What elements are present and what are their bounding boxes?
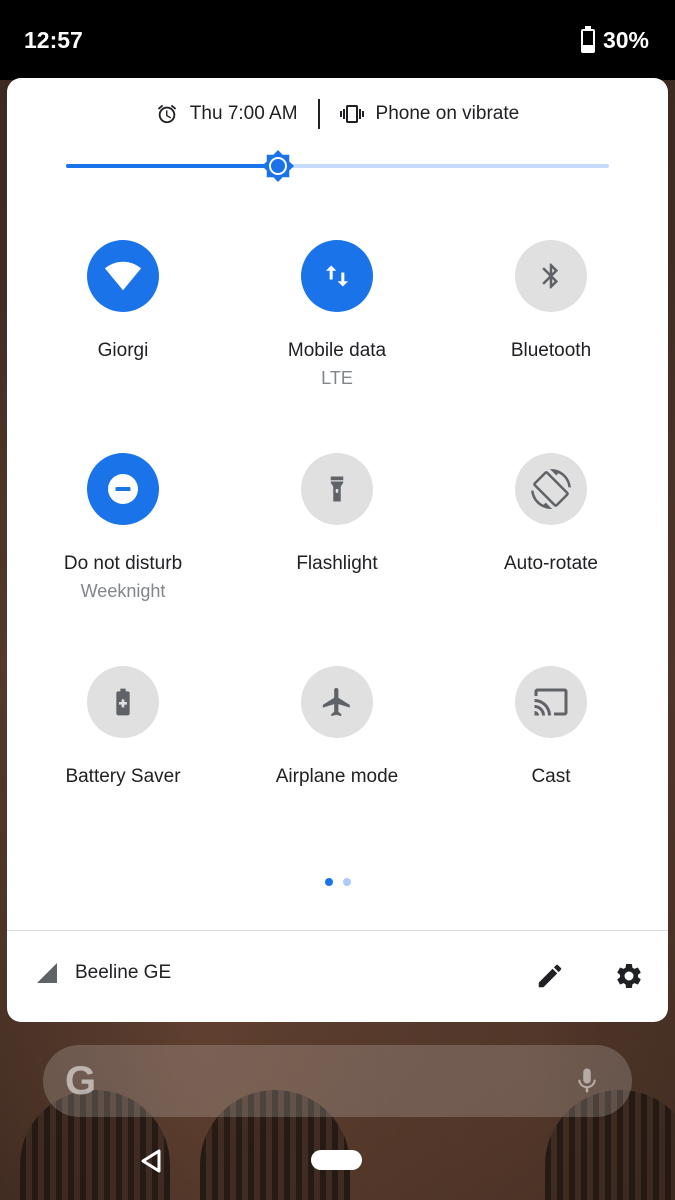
- quick-settings-panel: Thu 7:00 AM Phone on vibrate Giorgi Mobi…: [7, 78, 668, 1022]
- status-bar: 12:57 30%: [0, 0, 675, 80]
- page-indicator: [7, 878, 668, 886]
- page-dot[interactable]: [342, 878, 351, 886]
- battery-percent: 30%: [602, 27, 649, 53]
- status-right: 30%: [580, 25, 649, 54]
- battery-saver-icon: [116, 688, 130, 716]
- tile-grid: Giorgi Mobile data LTE Bluetooth Do not …: [16, 240, 658, 879]
- google-logo-icon: G: [65, 1059, 97, 1103]
- mobile-data-icon: [325, 265, 349, 287]
- tile-label: Battery Saver: [65, 766, 181, 787]
- tile-do-not-disturb-circle[interactable]: [87, 453, 159, 525]
- google-search-bar[interactable]: G: [43, 1045, 632, 1117]
- tile-cast-circle[interactable]: [515, 666, 587, 738]
- bluetooth-icon: [542, 263, 559, 289]
- ringer-text: Phone on vibrate: [375, 103, 520, 124]
- tile-bluetooth-circle[interactable]: [515, 240, 587, 312]
- tile-label: Auto-rotate: [504, 553, 598, 574]
- tile-mobile-data[interactable]: Mobile data LTE: [230, 240, 444, 453]
- carrier-info[interactable]: Beeline GE: [35, 961, 171, 985]
- wifi-icon: [104, 261, 142, 291]
- tile-bluetooth[interactable]: Bluetooth: [444, 240, 658, 453]
- panel-footer: Beeline GE: [7, 931, 668, 1022]
- flashlight-icon: [330, 476, 344, 502]
- tile-wifi[interactable]: Giorgi: [16, 240, 230, 453]
- tile-label: Mobile data: [287, 340, 387, 361]
- ringer-info[interactable]: Phone on vibrate: [339, 102, 520, 126]
- airplane-icon: [322, 687, 350, 717]
- tile-label: Do not disturb: [63, 553, 183, 574]
- vibrate-icon: [339, 105, 364, 123]
- tile-label: Airplane mode: [275, 766, 399, 787]
- tile-sublabel: LTE: [321, 368, 353, 388]
- tile-cast[interactable]: Cast: [444, 666, 658, 879]
- tile-wifi-circle[interactable]: [87, 240, 159, 312]
- brightness-track[interactable]: [66, 164, 609, 168]
- alarm-info[interactable]: Thu 7:00 AM: [156, 103, 298, 125]
- tile-label: Cast: [531, 766, 571, 787]
- brightness-slider[interactable]: [66, 150, 609, 182]
- edit-icon[interactable]: [535, 961, 565, 991]
- tile-auto-rotate[interactable]: Auto-rotate: [444, 453, 658, 666]
- tile-battery-saver-circle[interactable]: [87, 666, 159, 738]
- nav-back-icon[interactable]: [139, 1148, 163, 1174]
- do-not-disturb-icon: [108, 474, 138, 504]
- auto-rotate-icon: [531, 469, 571, 509]
- carrier-name: Beeline GE: [75, 962, 172, 983]
- tile-mobile-data-circle[interactable]: [301, 240, 373, 312]
- microphone-icon[interactable]: [572, 1063, 602, 1099]
- brightness-thumb-icon[interactable]: [261, 150, 294, 182]
- page-dot-current[interactable]: [324, 878, 333, 886]
- nav-home-button[interactable]: [311, 1150, 362, 1170]
- tile-airplane-mode-circle[interactable]: [301, 666, 373, 738]
- alarm-icon: [157, 104, 176, 124]
- tile-flashlight[interactable]: Flashlight: [230, 453, 444, 666]
- tile-flashlight-circle[interactable]: [301, 453, 373, 525]
- tile-battery-saver[interactable]: Battery Saver: [16, 666, 230, 879]
- status-time: 12:57: [24, 27, 83, 53]
- alarm-text: Thu 7:00 AM: [189, 103, 298, 124]
- info-row: Thu 7:00 AM Phone on vibrate: [7, 98, 668, 130]
- settings-gear-icon[interactable]: [614, 961, 644, 991]
- cast-icon: [534, 688, 568, 716]
- tile-sublabel: Weeknight: [80, 581, 166, 601]
- battery-icon: [580, 25, 595, 53]
- tile-airplane-mode[interactable]: Airplane mode: [230, 666, 444, 879]
- info-separator: [317, 99, 320, 129]
- tile-label: Bluetooth: [510, 340, 592, 361]
- tile-auto-rotate-circle[interactable]: [515, 453, 587, 525]
- tile-label: Flashlight: [296, 553, 378, 574]
- tile-label: Giorgi: [97, 340, 149, 361]
- cell-signal-icon: [37, 963, 57, 983]
- brightness-fill: [66, 164, 278, 168]
- tile-do-not-disturb[interactable]: Do not disturb Weeknight: [16, 453, 230, 666]
